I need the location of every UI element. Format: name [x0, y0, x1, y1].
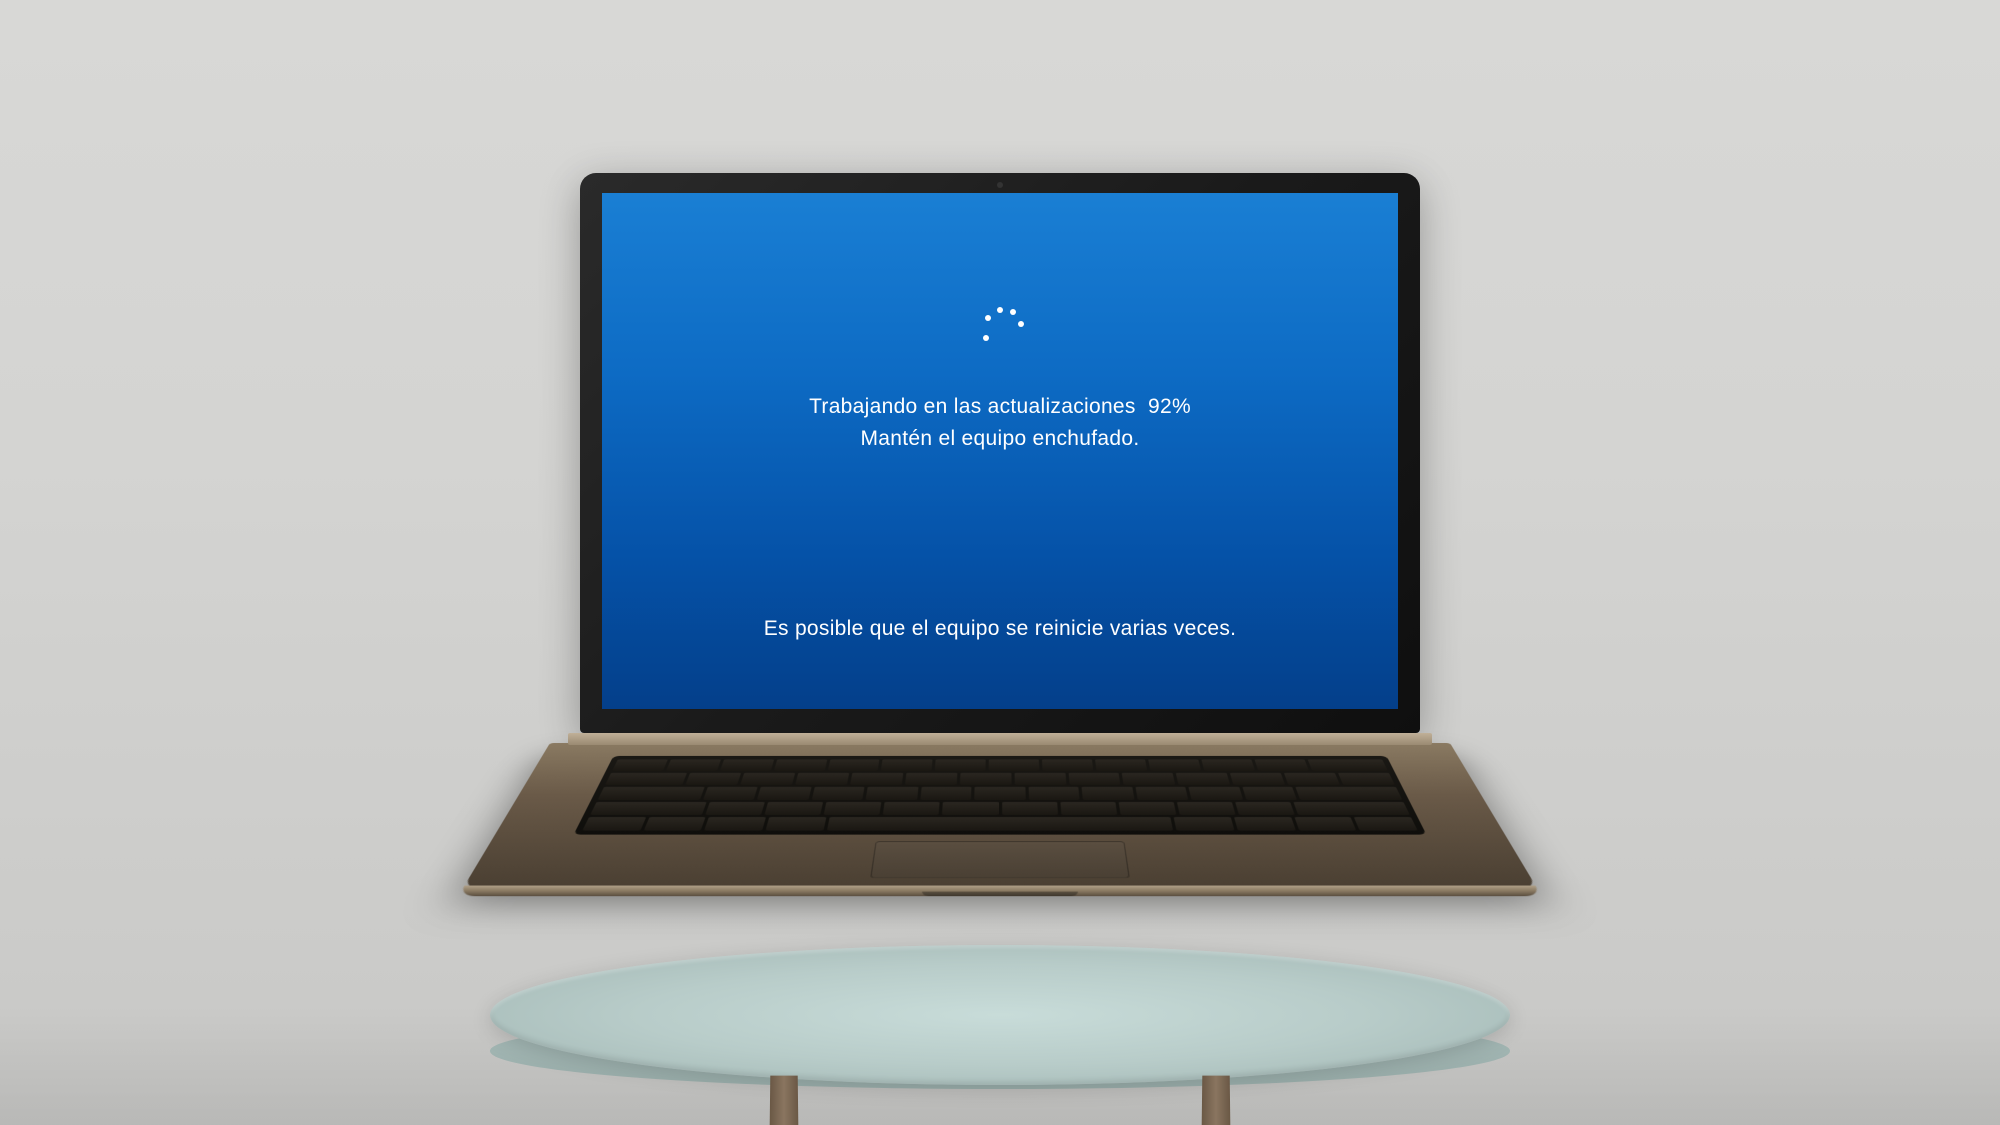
windows-update-screen: Trabajando en las actualizaciones 92% Ma… [602, 193, 1398, 709]
laptop-notch [922, 892, 1079, 897]
restart-notice: Es posible que el equipo se reinicie var… [602, 617, 1398, 641]
laptop-lid: Trabajando en las actualizaciones 92% Ma… [580, 173, 1420, 733]
update-status-text: Trabajando en las actualizaciones 92% Ma… [602, 391, 1398, 454]
loading-spinner-icon [975, 305, 1025, 355]
progress-percent: 92% [1148, 395, 1191, 418]
laptop: Trabajando en las actualizaciones 92% Ma… [580, 173, 1420, 973]
trackpad [870, 841, 1130, 878]
laptop-hinge [568, 733, 1432, 745]
keyboard [574, 756, 1427, 835]
table-leg-left [770, 1076, 799, 1125]
table-leg-right [1202, 1076, 1231, 1125]
progress-label: Trabajando en las actualizaciones [809, 395, 1136, 418]
plugged-in-instruction: Mantén el equipo enchufado. [602, 423, 1398, 455]
laptop-base [463, 743, 1538, 889]
camera-icon [997, 182, 1003, 188]
